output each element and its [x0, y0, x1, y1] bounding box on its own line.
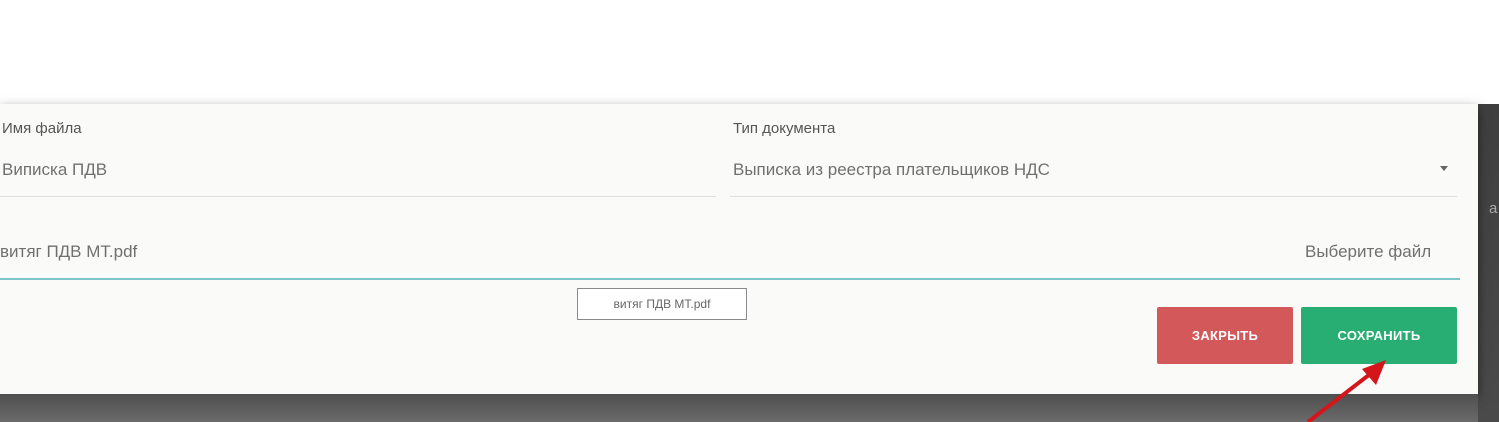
caret-down-icon[interactable]	[1440, 166, 1448, 171]
file-underline	[0, 278, 1460, 280]
doctype-select[interactable]: Выписка из реестра плательщиков НДС	[733, 160, 1050, 180]
doctype-underline	[730, 196, 1457, 197]
backdrop-right	[1478, 104, 1499, 422]
filename-label: Имя файла	[2, 120, 82, 137]
file-tooltip: витяг ПДВ МТ.pdf	[577, 288, 747, 320]
page-background	[0, 0, 1499, 104]
filename-input[interactable]: Виписка ПДВ	[2, 160, 107, 180]
doctype-label: Тип документа	[733, 120, 836, 137]
file-input[interactable]: витяг ПДВ МТ.pdf	[0, 242, 137, 262]
choose-file-button[interactable]: Выберите файл	[1305, 242, 1431, 262]
red-arrow-icon	[1306, 360, 1386, 422]
backdrop-glyph: a	[1489, 200, 1498, 217]
backdrop-bottom	[0, 394, 1478, 422]
filename-underline	[0, 196, 716, 197]
